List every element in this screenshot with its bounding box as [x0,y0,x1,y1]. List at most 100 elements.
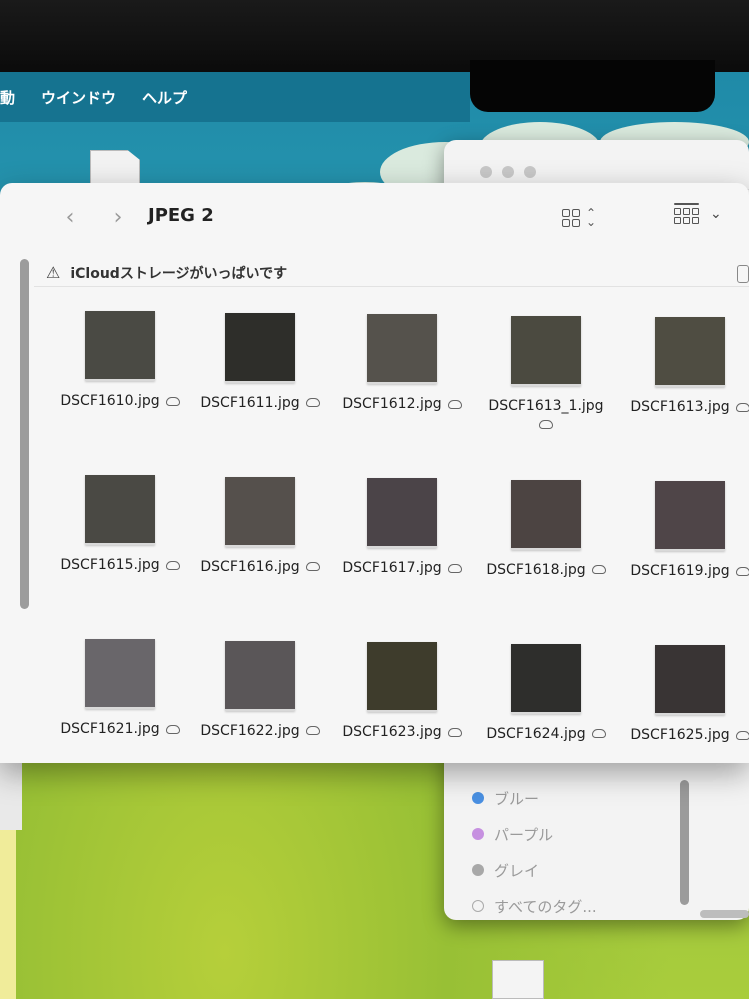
file-thumbnail [225,476,295,547]
file-thumbnail [655,645,725,715]
file-name: DSCF1618.jpg [476,562,616,578]
file-name: DSCF1625.jpg [620,727,749,743]
sidebar-tag-blue[interactable]: ブルー [472,780,692,816]
file-name-label: DSCF1613_1.jpg [488,397,604,414]
group-by-button[interactable]: ⌄ [674,203,722,225]
file-item[interactable]: DSCF1610.jpg [50,311,190,409]
file-name: DSCF1624.jpg [476,726,616,742]
icloud-icon [305,398,320,407]
forward-button[interactable]: › [106,205,130,230]
file-name: DSCF1623.jpg [332,724,472,740]
sidebar-tag-gray[interactable]: グレイ [472,852,692,888]
desktop-file-icon-bottom[interactable] [492,960,544,999]
camera-notch [470,60,715,112]
file-name-label: DSCF1623.jpg [342,724,442,740]
minimize-button-inactive[interactable] [502,166,514,178]
file-item[interactable]: DSCF1613.jpg [620,317,749,415]
folder-title: JPEG 2 [148,205,214,226]
file-name: DSCF1621.jpg [50,721,190,737]
menu-item-go[interactable]: 動 [0,87,15,108]
file-thumbnail [367,478,437,548]
horizontal-scrollbar[interactable] [700,910,749,918]
file-name-label: DSCF1619.jpg [630,563,730,579]
file-name-label: DSCF1617.jpg [342,560,442,576]
file-item[interactable]: DSCF1619.jpg [620,481,749,579]
zoom-button-inactive[interactable] [524,166,536,178]
file-name-label: DSCF1622.jpg [200,722,300,739]
file-thumbnail [225,640,295,711]
icloud-icon [539,420,553,429]
icloud-icon [735,566,749,576]
file-item[interactable]: DSCF1617.jpg [332,478,472,576]
file-item[interactable]: DSCF1615.jpg [50,475,190,573]
file-item[interactable]: DSCF1613_1.jpg [476,315,616,430]
file-thumbnail [655,481,725,551]
sidebar-tag-label: グレイ [494,861,540,880]
tag-dot-icon [472,864,484,876]
file-thumbnail [367,642,437,712]
tag-dot-icon [472,828,484,840]
sidebar-tag-label: ブルー [494,789,540,808]
icloud-warning-banner[interactable]: ⚠ iCloudストレージがいっぱいです [34,259,749,287]
icloud-icon [735,730,749,740]
file-thumbnail [511,479,581,550]
finder-sidebar-scrollbar[interactable] [20,259,29,609]
icloud-icon [447,727,462,737]
view-mode-button[interactable]: ⌃ ⌄ [562,203,610,233]
file-name: DSCF1613.jpg [620,399,749,415]
icloud-icon [165,560,180,570]
icloud-icon [735,402,749,412]
sidebar-all-tags[interactable]: すべてのタグ... [472,888,692,924]
icloud-icon [447,399,462,409]
file-name: DSCF1619.jpg [620,563,749,579]
file-item[interactable]: DSCF1621.jpg [50,639,190,737]
file-item[interactable]: DSCF1622.jpg [190,640,330,739]
file-name: DSCF1622.jpg [190,723,330,739]
all-tags-icon [472,900,484,912]
file-item[interactable]: DSCF1612.jpg [332,314,472,412]
file-thumbnail [225,312,295,383]
icloud-icon [591,729,606,738]
file-item[interactable]: DSCF1618.jpg [476,479,616,578]
menu-item-help[interactable]: ヘルプ [142,87,187,108]
partial-window-edge-yellow [0,830,16,999]
icloud-icon [165,724,180,734]
file-thumbnail [85,475,155,545]
chevron-left-icon: ‹ [65,205,75,230]
file-thumbnail [85,639,155,709]
file-item[interactable]: DSCF1623.jpg [332,642,472,740]
file-item[interactable]: DSCF1611.jpg [190,312,330,411]
file-name-label: DSCF1625.jpg [630,727,730,743]
file-name: DSCF1612.jpg [332,396,472,412]
file-item[interactable]: DSCF1624.jpg [476,643,616,742]
icloud-icon [447,563,462,573]
file-item[interactable]: DSCF1616.jpg [190,476,330,575]
sidebar-tag-label: パープル [494,825,554,844]
icloud-icon [305,726,320,735]
banner-control[interactable] [737,265,749,283]
sidebar-tag-purple[interactable]: パープル [472,816,692,852]
file-name: DSCF1611.jpg [190,395,330,411]
warning-triangle-icon: ⚠ [46,263,61,282]
file-item[interactable]: DSCF1625.jpg [620,645,749,743]
warning-text: iCloudストレージがいっぱいです [70,265,288,282]
file-thumbnail [367,314,437,384]
file-name: DSCF1617.jpg [332,560,472,576]
icloud-icon [591,565,606,574]
file-thumbnail [85,311,155,381]
file-name-label: DSCF1610.jpg [60,393,160,409]
file-name-label: DSCF1624.jpg [486,725,586,742]
finder-toolbar: ‹ › JPEG 2 ⌃ ⌄ ⌄ [0,183,749,253]
file-name-label: DSCF1615.jpg [60,557,160,573]
close-button-inactive[interactable] [480,166,492,178]
file-name-label: DSCF1611.jpg [200,394,300,411]
file-thumbnail [511,643,581,714]
menu-item-window[interactable]: ウインドウ [41,87,116,108]
menu-bar: 動 ウインドウ ヘルプ [0,72,470,122]
back-button[interactable]: ‹ [58,205,82,230]
file-name-label: DSCF1613.jpg [630,399,730,415]
icon-view-icon [562,209,580,227]
file-name-label: DSCF1616.jpg [200,558,300,575]
sidebar-tags: ブルー パープル グレイ すべてのタグ... [472,780,692,924]
sidebar-scrollbar[interactable] [680,780,689,905]
